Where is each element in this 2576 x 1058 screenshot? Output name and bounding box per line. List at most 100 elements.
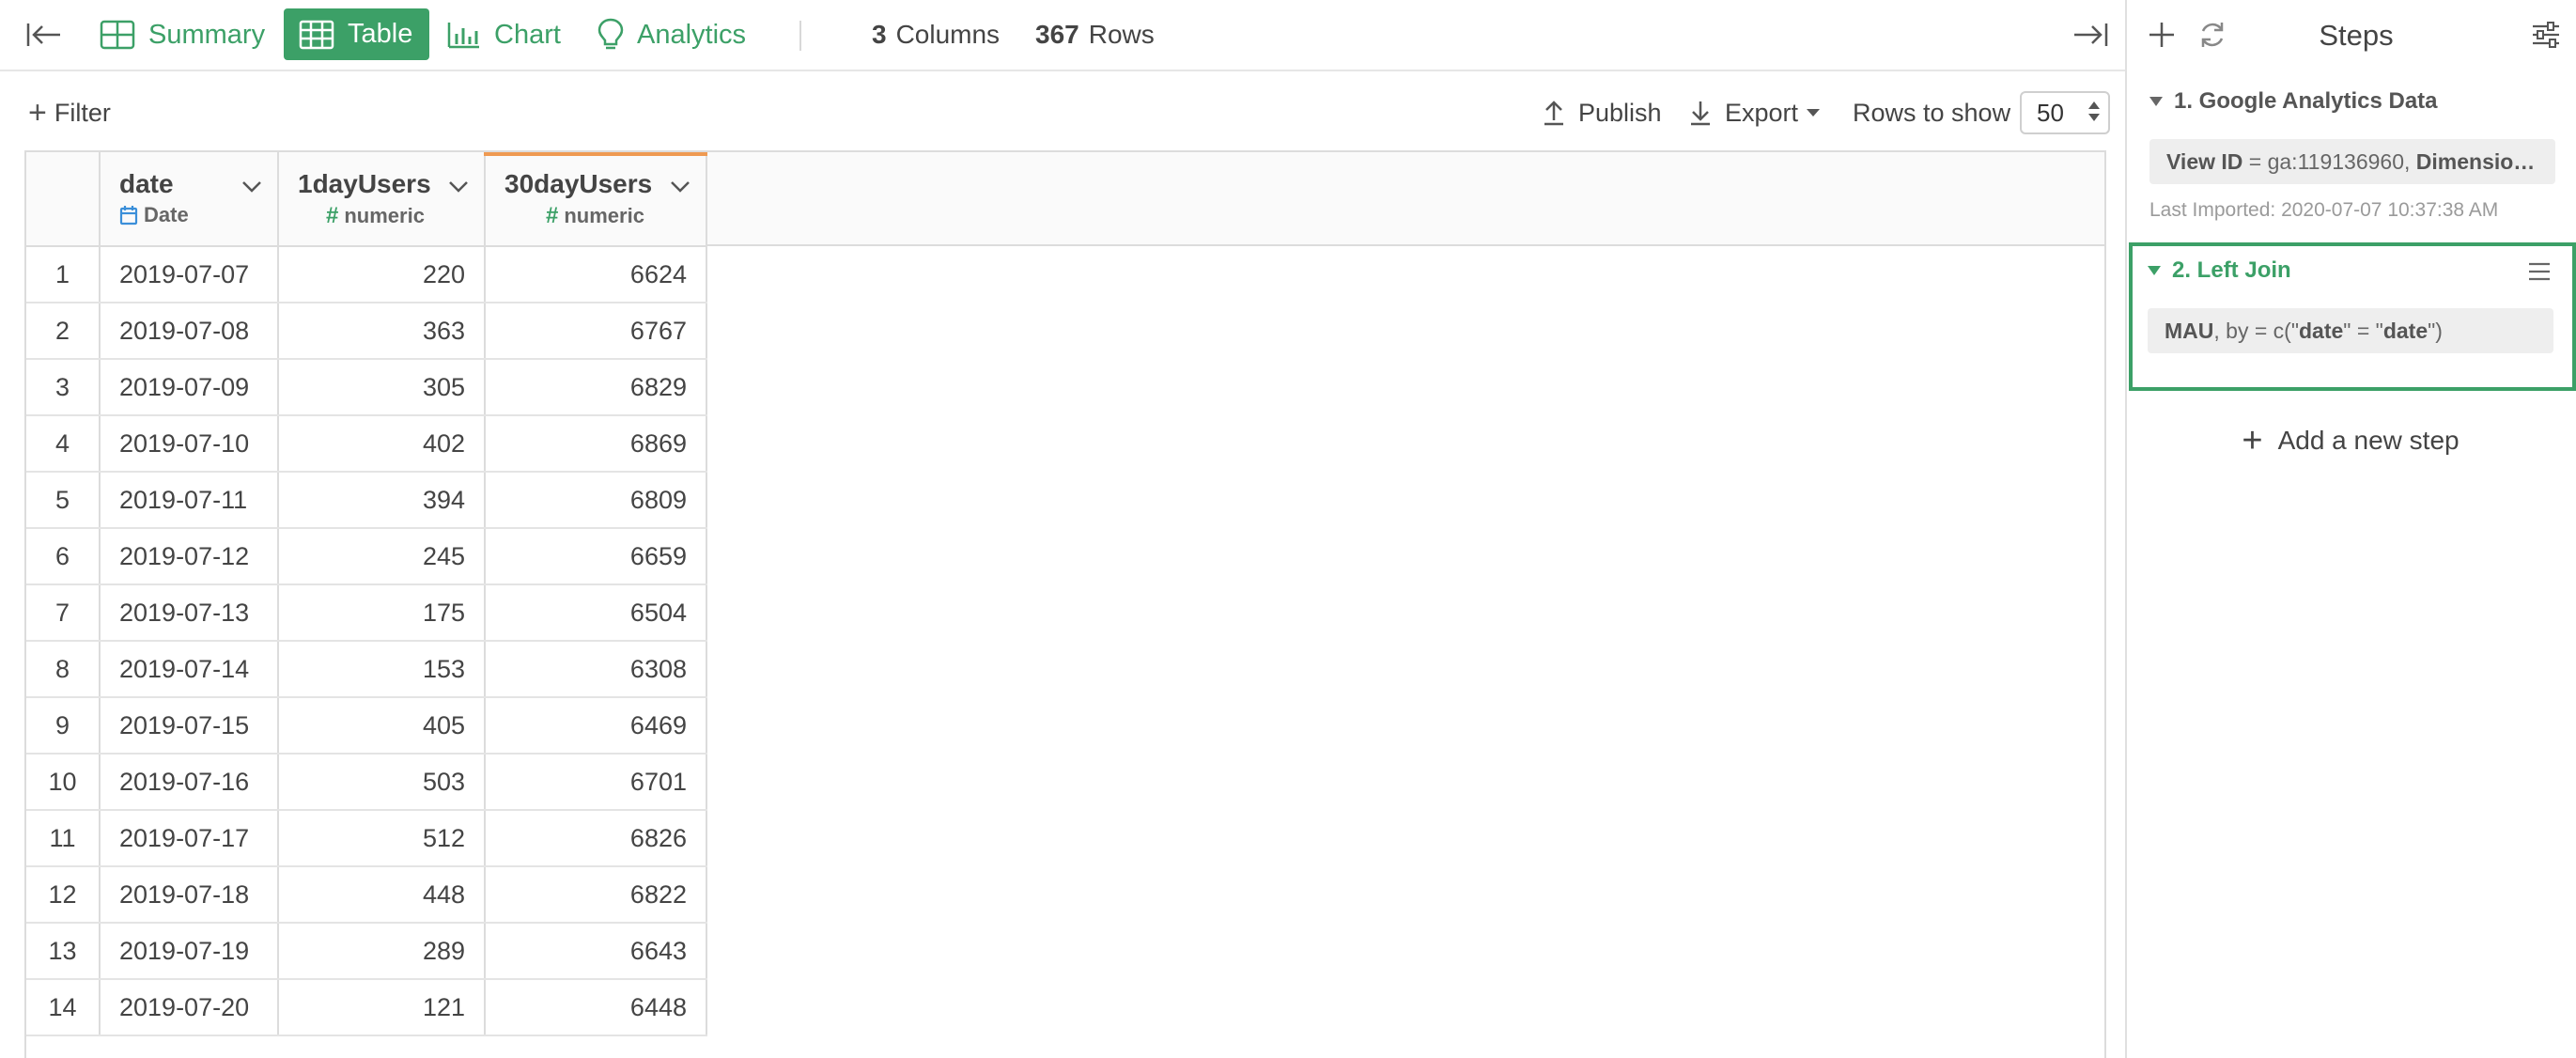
cell-30dayusers[interactable]: 6809 [485,472,707,529]
triangle-down-icon[interactable] [2149,97,2163,106]
cell-30dayusers[interactable]: 6767 [485,303,707,360]
column-header-date[interactable]: date Date [100,152,279,247]
cell-date[interactable]: 2019-07-15 [100,697,279,755]
step-detail-text: , by = c(" [2213,318,2299,343]
last-imported-text: Last Imported: 2020-07-07 10:37:38 AM [2149,199,2499,221]
cell-1dayusers[interactable]: 305 [278,359,486,416]
cell-1dayusers[interactable]: 363 [278,303,486,360]
cell-1dayusers[interactable]: 448 [278,866,486,924]
rows-count-value: 367 [1035,20,1079,49]
cell-date[interactable]: 2019-07-20 [100,979,279,1036]
row-index: 9 [26,697,101,755]
cell-30dayusers[interactable]: 6826 [485,810,707,867]
cell-1dayusers[interactable]: 405 [278,697,486,755]
cell-30dayusers[interactable]: 6469 [485,697,707,755]
cell-date[interactable]: 2019-07-17 [100,810,279,867]
lightbulb-icon [597,18,624,50]
hamburger-menu-icon[interactable] [2527,261,2552,287]
publish-button[interactable]: Publish [1543,73,1662,152]
cell-30dayusers[interactable]: 6829 [485,359,707,416]
cell-30dayusers[interactable]: 6701 [485,754,707,811]
column-header-30dayusers[interactable]: 30dayUsers # numeric [484,152,707,247]
chevron-down-icon[interactable] [670,180,691,198]
chevron-down-icon[interactable] [448,180,469,198]
collapse-right-button[interactable] [2067,0,2114,70]
row-index: 12 [26,866,101,924]
cell-date[interactable]: 2019-07-07 [100,246,279,303]
cell-1dayusers[interactable]: 220 [278,246,486,303]
column-header-1dayusers[interactable]: 1dayUsers # numeric [278,152,486,247]
numeric-hash-icon: # [326,203,339,228]
row-index: 14 [26,979,101,1036]
step-title-text: 2. Left Join [2172,257,2291,283]
row-index: 3 [26,359,101,416]
step-detail-key: date [2382,318,2429,343]
step-detail-text: ") [2428,318,2443,343]
column-type-label: Date [144,203,189,226]
cell-1dayusers[interactable]: 175 [278,584,486,642]
table-row: 13 2019-07-19 289 6643 [26,923,707,980]
export-label: Export [1725,98,1799,127]
table-row: 5 2019-07-11 394 6809 [26,472,707,529]
tab-analytics[interactable]: Analytics [597,0,746,70]
cell-30dayusers[interactable]: 6308 [485,641,707,698]
back-button[interactable] [21,0,68,70]
step-left-join[interactable]: 2. Left Join MAU, by = c(" date " = " date "… [2148,257,2553,353]
cell-1dayusers[interactable]: 402 [278,415,486,473]
cell-30dayusers[interactable]: 6624 [485,246,707,303]
cell-1dayusers[interactable]: 121 [278,979,486,1036]
cell-1dayusers[interactable]: 394 [278,472,486,529]
tab-chart-label: Chart [494,19,561,50]
cell-date[interactable]: 2019-07-16 [100,754,279,811]
tab-summary[interactable]: Summary [100,0,265,70]
tab-table[interactable]: Table [284,8,430,60]
cell-30dayusers[interactable]: 6659 [485,528,707,585]
plus-icon: + [28,95,47,131]
rows-to-show-select[interactable]: 50 [2020,91,2110,134]
cell-date[interactable]: 2019-07-14 [100,641,279,698]
tab-summary-label: Summary [148,19,266,50]
add-new-step-label: Add a new step [2277,426,2460,455]
step-google-analytics-data[interactable]: 1. Google Analytics Data View ID = ga:11… [2149,88,2555,222]
cell-date[interactable]: 2019-07-13 [100,584,279,642]
cell-30dayusers[interactable]: 6822 [485,866,707,924]
step-detail-key: Dimensio… [2415,148,2536,174]
row-index: 4 [26,415,101,473]
export-dropdown[interactable]: Export [1689,73,1821,152]
cell-1dayusers[interactable]: 289 [278,923,486,980]
cell-date[interactable]: 2019-07-19 [100,923,279,980]
table-row: 8 2019-07-14 153 6308 [26,641,707,698]
column-name: 1dayUsers [298,169,431,198]
step-title[interactable]: 1. Google Analytics Data [2149,88,2555,115]
cell-30dayusers[interactable]: 6869 [485,415,707,473]
cell-date[interactable]: 2019-07-18 [100,866,279,924]
triangle-down-icon[interactable] [2148,266,2161,275]
cell-1dayusers[interactable]: 245 [278,528,486,585]
column-type: Date [119,203,189,227]
filter-button[interactable]: + Filter [28,73,111,152]
step-detail-text: = ga:119136960, [2242,148,2416,174]
rows-to-show-text: Rows to show [1853,98,2011,127]
settings-sliders-icon[interactable] [2531,21,2561,54]
steps-panel-header: Steps [2127,0,2576,71]
cell-date[interactable]: 2019-07-11 [100,472,279,529]
toolbar-divider [799,21,801,51]
step-title[interactable]: 2. Left Join [2148,257,2553,284]
cell-1dayusers[interactable]: 503 [278,754,486,811]
cell-date[interactable]: 2019-07-12 [100,528,279,585]
collapse-right-icon [2074,23,2108,46]
download-icon [1691,101,1710,126]
cell-date[interactable]: 2019-07-08 [100,303,279,360]
cell-1dayusers[interactable]: 153 [278,641,486,698]
cell-30dayusers[interactable]: 6504 [485,584,707,642]
cell-30dayusers[interactable]: 6643 [485,923,707,980]
tab-chart[interactable]: Chart [447,0,561,70]
add-new-step-button[interactable]: + Add a new step [2125,423,2576,459]
cell-date[interactable]: 2019-07-09 [100,359,279,416]
cell-date[interactable]: 2019-07-10 [100,415,279,473]
cell-1dayusers[interactable]: 512 [278,810,486,867]
step-detail[interactable]: View ID = ga:119136960, Dimensio… [2149,139,2555,184]
chevron-down-icon[interactable] [241,180,262,198]
step-detail[interactable]: MAU, by = c(" date " = " date ") [2148,308,2553,353]
cell-30dayusers[interactable]: 6448 [485,979,707,1036]
